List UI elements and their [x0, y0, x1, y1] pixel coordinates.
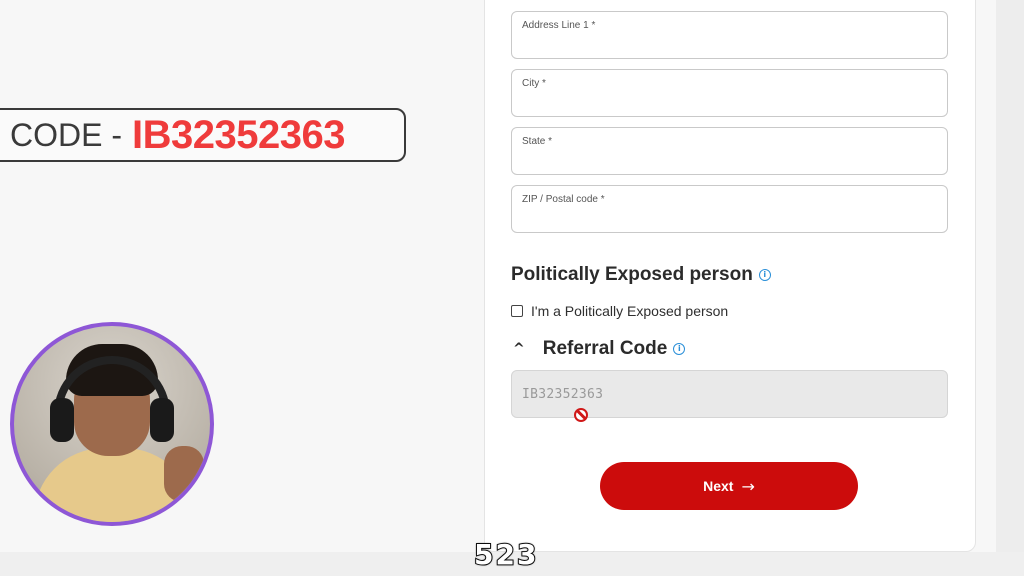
- zip-postal-code-input[interactable]: [522, 208, 932, 228]
- pep-checkbox-label[interactable]: I'm a Politically Exposed person: [531, 303, 728, 319]
- referral-code-toggle[interactable]: ^ Referral Code i: [513, 338, 686, 360]
- arrow-right-icon: →: [741, 476, 755, 496]
- city-label: City *: [522, 78, 546, 89]
- pep-checkbox[interactable]: [511, 305, 523, 317]
- city-input[interactable]: [522, 92, 932, 112]
- zip-postal-code-label: ZIP / Postal code *: [522, 194, 605, 205]
- zip-postal-code-field[interactable]: ZIP / Postal code *: [511, 185, 948, 233]
- state-label: State *: [522, 136, 553, 147]
- city-field[interactable]: City *: [511, 69, 948, 117]
- right-background-strip: [996, 0, 1024, 576]
- address-line-1-label: Address Line 1 *: [522, 20, 596, 31]
- next-button-label: Next: [703, 478, 734, 494]
- video-counter-overlay: 523: [473, 537, 539, 572]
- referral-code-banner: CODE - IB32352363: [0, 108, 406, 162]
- pep-title-text: Politically Exposed person: [511, 264, 753, 285]
- pep-checkbox-row[interactable]: I'm a Politically Exposed person: [511, 303, 728, 319]
- presenter-webcam-avatar: [10, 322, 214, 526]
- info-icon[interactable]: i: [673, 343, 686, 355]
- next-button[interactable]: Next →: [600, 462, 858, 510]
- banner-label: CODE -: [10, 116, 122, 153]
- referral-code-value: IB32352363: [522, 387, 604, 402]
- address-line-1-field[interactable]: Address Line 1 *: [511, 11, 948, 59]
- chevron-up-icon[interactable]: ^: [513, 341, 525, 357]
- banner-code: IB32352363: [132, 112, 345, 157]
- state-field[interactable]: State *: [511, 127, 948, 175]
- info-icon[interactable]: i: [758, 269, 771, 281]
- state-input[interactable]: [522, 150, 932, 170]
- address-line-1-input[interactable]: [522, 34, 932, 54]
- pep-section-title: Politically Exposed person i: [511, 264, 771, 286]
- referral-code-title[interactable]: Referral Code: [543, 338, 668, 360]
- not-allowed-cursor-icon: [574, 408, 588, 422]
